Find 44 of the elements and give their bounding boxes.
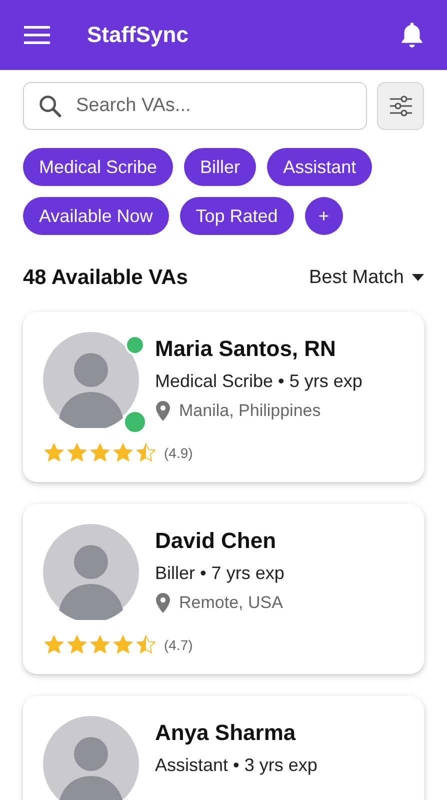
sort-dropdown[interactable]: Best Match [308,267,424,289]
avatar-icon [43,332,139,428]
results-count: 48 Available VAs [23,266,188,290]
star-icon [89,442,111,464]
app-title: StaffSync [87,22,190,48]
star-icon [66,442,88,464]
rating-value: (4.7) [164,637,193,653]
profile-card[interactable]: David Chen Biller • 7 yrs exp Remote, USA (4.7) [23,504,424,674]
bell-icon[interactable] [399,21,425,49]
avatar-icon [43,716,139,800]
star-icon [112,634,134,656]
star-icon [43,634,65,656]
rating-value: (4.9) [164,445,193,461]
star-icon [112,442,134,464]
star-icon [135,442,157,464]
filter-chip[interactable]: Medical Scribe [23,148,174,186]
add-filter-button[interactable]: + [304,197,343,235]
filter-chip[interactable]: Biller [184,148,256,186]
search-field[interactable]: Search VAs... [23,82,367,130]
location-pin-icon [155,401,171,421]
profile-role: Assistant • 3 yrs exp [155,755,318,776]
search-icon [37,93,63,119]
star-icon [135,634,157,656]
profile-role: Biller • 7 yrs exp [155,563,284,584]
location-text: Remote, USA [179,593,283,613]
star-icon [43,442,65,464]
filter-chip[interactable]: Assistant [267,148,372,186]
profile-card[interactable]: Anya Sharma Assistant • 3 yrs exp [23,696,424,800]
location-pin-icon [155,593,171,613]
avatar-icon [43,524,139,620]
profile-name: David Chen [155,528,278,554]
profile-name: Anya Sharma [155,720,297,746]
profile-role: Medical Scribe • 5 yrs exp [155,371,362,392]
sliders-icon [388,95,412,117]
star-icon [89,634,111,656]
profile-card[interactable]: Maria Santos, RN Medical Scribe • 5 yrs exp Manila, Philippines (4.9) [23,312,424,482]
filter-chip[interactable]: Top Rated [180,197,294,235]
menu-icon[interactable] [24,25,50,45]
profile-name: Maria Santos, RN [155,336,337,362]
caret-icon [412,274,424,282]
filter-button[interactable] [377,82,424,130]
location-text: Manila, Philippines [179,401,321,421]
star-icon [66,634,88,656]
filter-chip[interactable]: Available Now [23,197,169,235]
